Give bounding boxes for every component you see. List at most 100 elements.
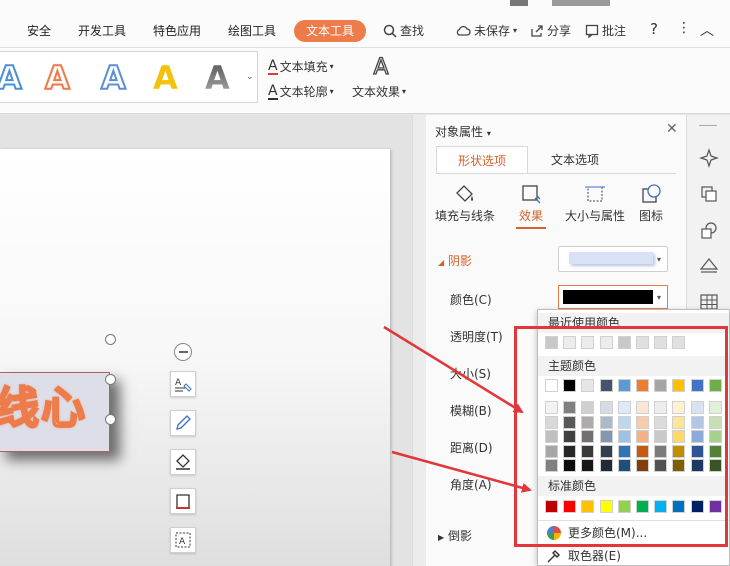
current-color-swatch <box>563 290 653 304</box>
subtab-fill-line[interactable]: 填充与线条 <box>432 181 498 224</box>
chevron-down-icon: ▾ <box>329 87 334 96</box>
eyedropper-icon <box>547 549 560 562</box>
style-preset-blue-outline[interactable]: A <box>0 59 23 97</box>
shadow-preview <box>569 252 653 264</box>
eyedropper-label: 取色器(E) <box>568 549 621 563</box>
text-fill-label: 文本填充 <box>279 60 328 74</box>
section-shadow-header[interactable]: ◢ 阴影 <box>438 252 472 269</box>
resize-handle-bottom-right[interactable] <box>105 414 116 425</box>
effect-icon <box>522 185 541 204</box>
chevron-down-icon: ▾ <box>657 255 662 264</box>
style-preset-gold[interactable]: A <box>153 60 178 96</box>
tab-text-tools[interactable]: 文本工具 <box>294 20 366 42</box>
float-outline-button[interactable] <box>170 488 196 514</box>
tab-shape-options[interactable]: 形状选项 <box>436 146 528 174</box>
icon-shapes-icon <box>642 184 661 203</box>
minus-icon <box>178 351 188 353</box>
text-style-gallery[interactable]: A A A A A ⌄ <box>0 51 258 103</box>
close-icon[interactable]: ✕ <box>666 121 678 137</box>
fill-bucket-icon <box>456 185 473 202</box>
tab-text-options[interactable]: 文本选项 <box>530 146 620 174</box>
panel-title[interactable]: 对象属性 ▾ <box>435 123 491 140</box>
subtab-size-props-label: 大小与属性 <box>564 209 625 223</box>
active-subtab-indicator <box>516 227 546 229</box>
collapse-toolbar-button[interactable] <box>174 343 192 361</box>
sidebar-handle <box>699 125 717 126</box>
resize-handle-right[interactable] <box>105 374 116 385</box>
share-label: 分享 <box>547 24 572 38</box>
shadow-preset-select[interactable]: ▾ <box>558 246 668 272</box>
label-transparency: 透明度(T) <box>450 330 503 344</box>
float-text-wrap-button[interactable]: A <box>170 527 196 553</box>
chevron-down-icon: ▾ <box>329 62 334 71</box>
share-button[interactable]: 分享 <box>530 22 571 39</box>
text-outline-button[interactable]: A 文本轮廓 ▾ <box>268 83 334 100</box>
label-size: 大小(S) <box>450 367 491 381</box>
help-button[interactable]: ? <box>650 20 658 38</box>
unsaved-button[interactable]: 未保存 ▾ <box>455 22 517 39</box>
menu-item-special-apps[interactable]: 特色应用 <box>153 22 201 39</box>
label-color: 颜色(C) <box>450 293 492 307</box>
text-box-content[interactable]: 线心 <box>0 379 87 439</box>
subtab-icon[interactable]: 图标 <box>627 181 675 224</box>
chevron-down-icon: ▾ <box>513 26 518 35</box>
style-preset-orange-outline[interactable]: A <box>44 59 71 97</box>
layers-icon[interactable] <box>699 256 719 276</box>
annotate-label: 批注 <box>602 24 627 38</box>
section-reflection-header[interactable]: ▶ 倒影 <box>438 527 472 544</box>
more-button[interactable]: ⋮ <box>677 20 691 36</box>
menu-item-drawing-tools[interactable]: 绘图工具 <box>228 22 276 39</box>
label-distance: 距离(D) <box>450 441 493 455</box>
comment-icon <box>585 24 599 38</box>
menu-bar: 安全 开发工具 特色应用 绘图工具 文本工具 查找 未保存 ▾ 分享 批注 ? … <box>0 0 730 48</box>
pen-icon <box>176 415 191 430</box>
text-outline-icon: A <box>268 82 278 100</box>
slide[interactable]: 线心 A A <box>0 149 390 566</box>
selected-text-box[interactable]: 线心 <box>0 372 110 452</box>
text-fill-icon: A <box>268 57 278 75</box>
label-blur: 模糊(B) <box>450 404 492 418</box>
annotate-button[interactable]: 批注 <box>585 22 626 39</box>
text-effect-icon[interactable]: A <box>368 54 394 80</box>
svg-text:A: A <box>179 537 186 547</box>
sparkle-icon[interactable] <box>699 148 719 168</box>
eyedropper-button[interactable]: 取色器(E) <box>546 547 621 564</box>
account-fragment <box>552 0 610 6</box>
text-outline-label: 文本轮廓 <box>279 85 328 99</box>
canvas-area: 线心 A A <box>0 115 412 566</box>
annotation-highlight-box <box>514 326 728 547</box>
style-preset-gray[interactable]: A <box>205 60 230 96</box>
cloud-icon <box>456 25 471 36</box>
float-format-painter-button[interactable] <box>170 410 196 436</box>
menu-item-dev-tools[interactable]: 开发工具 <box>78 22 126 39</box>
search-label: 查找 <box>400 24 425 38</box>
resize-handle-top-right[interactable] <box>105 334 116 345</box>
style-preset-blue-hollow[interactable]: A <box>100 59 127 97</box>
shadow-color-select[interactable]: ▾ <box>558 285 668 309</box>
text-box-icon: A <box>175 532 191 548</box>
text-effect-label: 文本效果 <box>352 85 401 99</box>
gallery-expand-icon[interactable]: ⌄ <box>246 72 254 82</box>
window-control-fragment <box>510 0 528 6</box>
outline-icon <box>176 494 190 509</box>
collapse-ribbon-button[interactable]: ︿ <box>700 20 714 40</box>
expanded-triangle-icon: ◢ <box>438 258 445 267</box>
chevron-down-icon: ▾ <box>402 87 407 96</box>
subtab-size-props[interactable]: 大小与属性 <box>562 181 628 224</box>
search-button[interactable]: 查找 <box>383 22 424 39</box>
fill-bucket-icon <box>176 454 190 470</box>
subtab-icon-label: 图标 <box>638 209 663 223</box>
text-fill-button[interactable]: A 文本填充 ▾ <box>268 58 334 75</box>
float-fill-button[interactable] <box>170 449 196 475</box>
subtab-effect-label: 效果 <box>518 209 543 223</box>
label-angle: 角度(A) <box>450 478 492 492</box>
canvas-scrollbar[interactable] <box>412 115 426 566</box>
shapes-icon[interactable] <box>699 220 719 240</box>
copy-style-icon[interactable] <box>699 184 719 204</box>
float-text-layout-button[interactable]: A <box>170 371 196 397</box>
svg-text:A: A <box>175 378 182 388</box>
text-effect-button[interactable]: 文本效果 ▾ <box>352 83 406 100</box>
menu-item-security[interactable]: 安全 <box>27 22 51 39</box>
subtab-effect[interactable]: 效果 <box>498 181 564 224</box>
search-icon <box>383 24 397 38</box>
